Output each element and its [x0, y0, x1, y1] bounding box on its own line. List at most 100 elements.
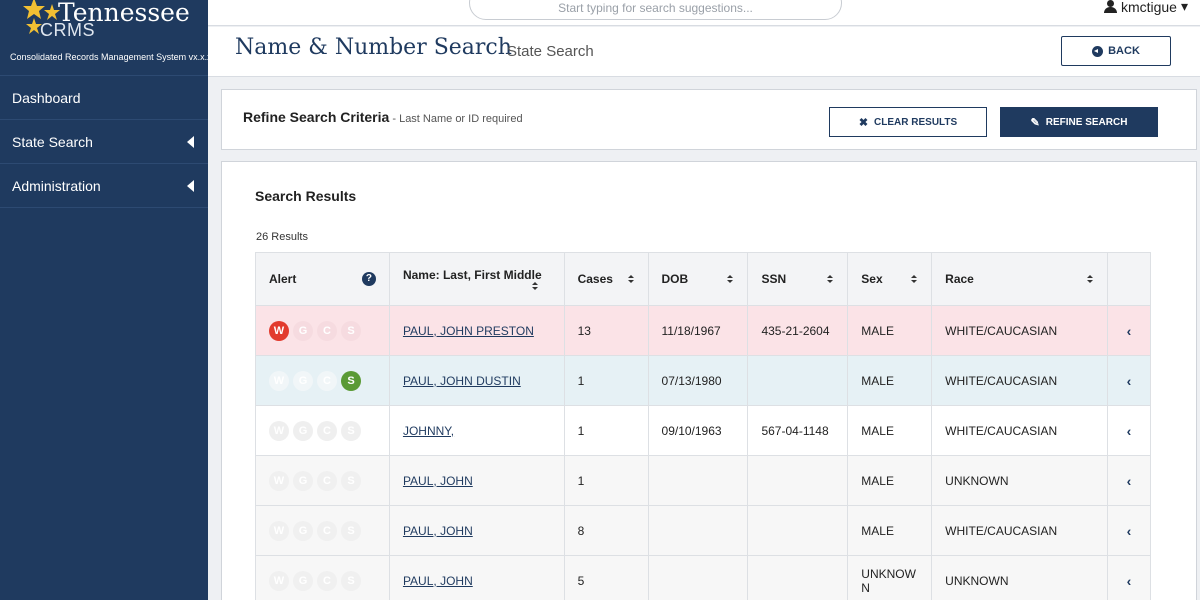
person-name-link[interactable]: PAUL, JOHN — [403, 574, 473, 588]
alert-badge-w: W — [269, 520, 289, 541]
alert-cell: WGCS — [255, 305, 390, 356]
column-header-alert: Alert? — [255, 252, 390, 306]
column-header-dob[interactable]: DOB — [647, 252, 749, 306]
table-header-row: Alert? Name: Last, First Middle Cases DO… — [255, 252, 1151, 306]
column-header-ssn[interactable]: SSN — [747, 252, 849, 306]
sex-cell: MALE — [847, 305, 933, 356]
alert-badges: WGCS — [269, 420, 376, 441]
alert-badge-s: S — [341, 470, 361, 491]
person-name-link[interactable]: PAUL, JOHN — [403, 524, 473, 538]
name-cell: PAUL, JOHN — [388, 455, 565, 506]
expand-row-chevron-icon[interactable]: ‹ — [1107, 355, 1151, 406]
sort-icon — [1087, 274, 1094, 284]
person-name-link[interactable]: PAUL, JOHN PRESTON — [403, 324, 534, 338]
sex-cell: MALE — [847, 405, 933, 456]
results-title: Search Results — [255, 188, 357, 204]
username: kmctigue — [1120, 0, 1177, 15]
refine-panel: Refine Search Criteria - Last Name or ID… — [221, 89, 1197, 150]
alert-badge-s[interactable]: S — [341, 370, 361, 391]
column-header-name[interactable]: Name: Last, First Middle — [388, 252, 565, 306]
alert-badge-s: S — [341, 570, 361, 591]
cases-cell: 13 — [563, 305, 649, 356]
table-row[interactable]: W G C S PAUL, JOHN 1 MALE UNKNOWN ‹ — [255, 455, 1151, 506]
search-input[interactable] — [470, 0, 841, 19]
column-label: SSN — [761, 272, 787, 286]
sex-cell: MALE — [847, 455, 933, 506]
cases-cell: 1 — [563, 405, 649, 456]
alert-badge-w[interactable]: W — [269, 320, 289, 341]
column-label: Sex — [861, 272, 883, 286]
name-cell: JOHNNY, — [388, 405, 565, 456]
sidebar-item-label: Dashboard — [12, 89, 81, 106]
alert-badge-c: C — [317, 320, 337, 341]
sex-cell: UNKNOW N — [847, 555, 933, 600]
table-row[interactable]: W G C S JOHNNY, 1 09/10/1963 567-04-1148 MALE WHI… — [255, 405, 1151, 456]
user-menu[interactable]: kmctigue ▾ — [1103, 0, 1188, 15]
alert-badge-s: S — [341, 320, 361, 341]
name-cell: PAUL, JOHN — [388, 555, 565, 600]
close-icon: ✖ — [858, 116, 869, 129]
table-row[interactable]: W G C S PAUL, JOHN PRESTON 13 11/18/1967 435-21… — [255, 305, 1151, 356]
race-cell: WHITE/CAUCASIAN — [931, 305, 1108, 356]
dob-cell: 11/18/1967 — [647, 305, 749, 356]
person-name-link[interactable]: PAUL, JOHN — [403, 474, 473, 488]
column-header-cases[interactable]: Cases — [563, 252, 649, 306]
column-header-sex[interactable]: Sex — [847, 252, 933, 306]
table-row[interactable]: W G C S PAUL, JOHN DUSTIN 1 07/13/1980 MALE WHIT… — [255, 355, 1151, 406]
sort-icon — [531, 281, 539, 291]
name-cell: PAUL, JOHN DUSTIN — [388, 355, 565, 406]
alert-badge-c: C — [317, 420, 337, 441]
ssn-cell — [747, 355, 849, 406]
sidebar-item-label: Administration — [12, 177, 101, 194]
search-box — [469, 0, 842, 20]
back-button[interactable]: BACK — [1061, 36, 1171, 66]
alert-cell: WGCS — [255, 455, 390, 506]
alert-cell: WGCS — [255, 405, 390, 456]
sidebar-item-dashboard[interactable]: Dashboard — [0, 76, 208, 120]
alert-badge-g: G — [293, 520, 313, 541]
refine-search-button[interactable]: ✎ REFINE SEARCH — [1000, 107, 1158, 137]
circle-arrow-left-icon — [1092, 45, 1104, 57]
sidebar-item-state-search[interactable]: State Search — [0, 120, 208, 164]
table-row[interactable]: W G C S PAUL, JOHN 5 UNKNOW N UNKNOWN ‹ — [255, 555, 1151, 600]
results-table: Alert? Name: Last, First Middle Cases DO… — [255, 252, 1151, 600]
person-name-link[interactable]: JOHNNY, — [403, 424, 454, 438]
user-icon — [1103, 0, 1117, 13]
race-cell: UNKNOWN — [931, 555, 1108, 600]
expand-row-chevron-icon[interactable]: ‹ — [1107, 505, 1151, 556]
expand-row-chevron-icon[interactable]: ‹ — [1107, 305, 1151, 356]
chevron-down-icon: ▾ — [1180, 0, 1188, 14]
pencil-icon: ✎ — [1030, 116, 1040, 129]
column-header-race[interactable]: Race — [931, 252, 1108, 306]
dob-cell: 07/13/1980 — [647, 355, 749, 406]
ssn-cell: 435-21-2604 — [747, 305, 849, 356]
caret-left-icon — [187, 179, 194, 192]
results-body: W G C S PAUL, JOHN PRESTON 13 11/18/1967 435-21… — [255, 305, 1151, 600]
column-label: Alert — [269, 272, 297, 286]
person-name-link[interactable]: PAUL, JOHN DUSTIN — [403, 374, 521, 388]
column-label: Cases — [577, 272, 613, 286]
help-icon[interactable]: ? — [361, 272, 376, 286]
cases-cell: 8 — [563, 505, 649, 556]
sort-icon — [911, 274, 918, 284]
expand-row-chevron-icon[interactable]: ‹ — [1107, 455, 1151, 506]
sidebar-item-administration[interactable]: Administration — [0, 164, 208, 208]
refine-title: Refine Search Criteria - Last Name or ID… — [243, 109, 523, 125]
brand[interactable]: Tennessee CRMS Consolidated Records Mana… — [0, 0, 212, 76]
alert-badge-g: G — [293, 420, 313, 441]
table-row[interactable]: W G C S PAUL, JOHN 8 MALE WHITE/CAUCASIAN ‹ — [255, 505, 1151, 556]
alert-badge-w: W — [269, 420, 289, 441]
alert-badge-w: W — [269, 370, 289, 391]
results-panel: Search Results 26 Results Alert? Name: L… — [221, 161, 1197, 600]
ssn-cell: 567-04-1148 — [747, 405, 849, 456]
alert-badges: WGCS — [269, 570, 376, 591]
clear-results-button[interactable]: ✖ CLEAR RESULTS — [829, 107, 987, 137]
brand-subtitle: CRMS — [40, 20, 95, 40]
expand-row-chevron-icon[interactable]: ‹ — [1107, 555, 1151, 600]
sidebar: Tennessee CRMS Consolidated Records Mana… — [0, 0, 212, 600]
refine-search-label: REFINE SEARCH — [1045, 116, 1128, 128]
column-label: Race — [945, 272, 974, 286]
clear-results-label: CLEAR RESULTS — [874, 116, 958, 128]
expand-row-chevron-icon[interactable]: ‹ — [1107, 405, 1151, 456]
brand-description: Consolidated Records Management System v… — [10, 52, 212, 62]
